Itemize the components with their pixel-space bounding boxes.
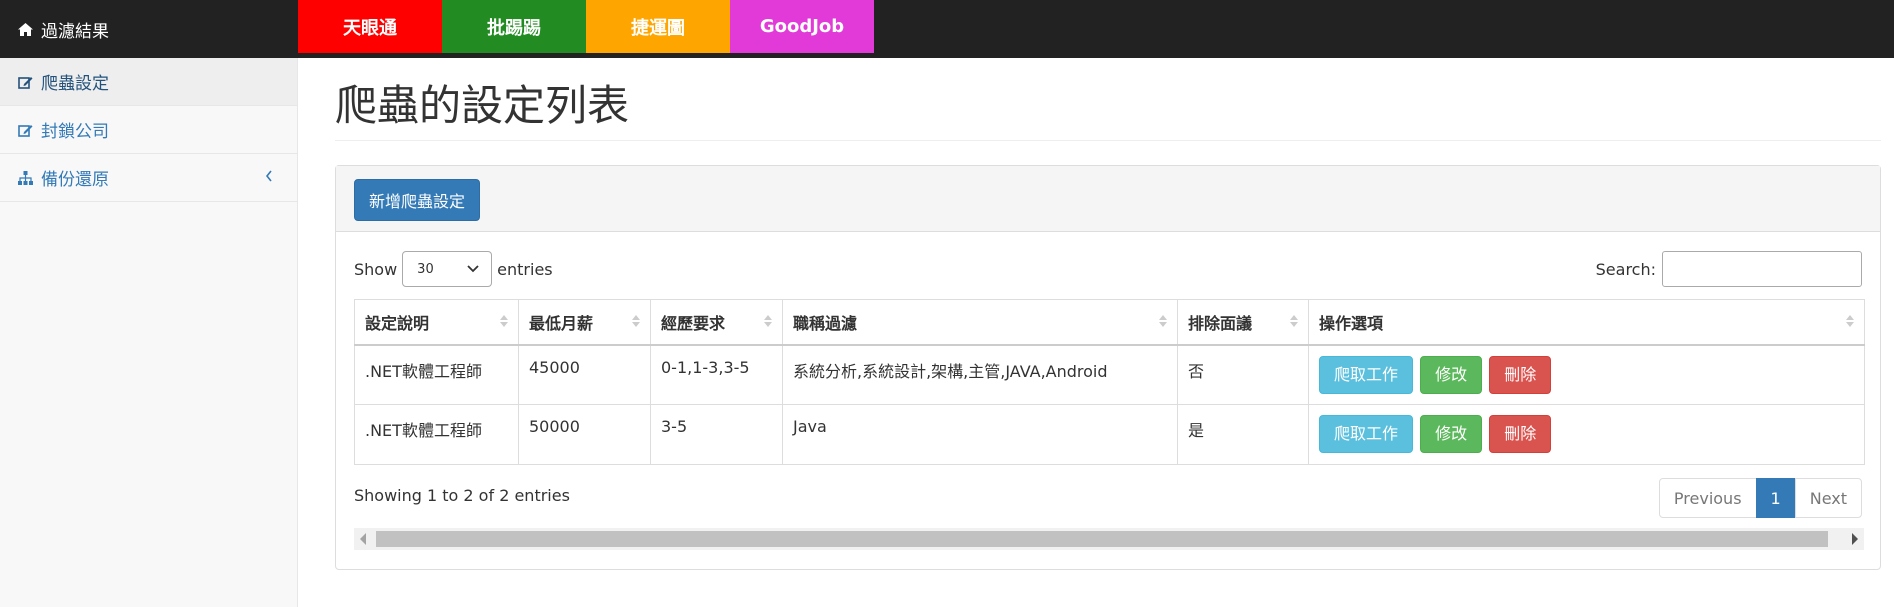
- edit-button[interactable]: 修改: [1420, 355, 1483, 394]
- cell-exclude-negotiable: 是: [1177, 404, 1309, 465]
- brand-label: 過濾結果: [41, 21, 109, 42]
- sitemap-icon: [18, 170, 33, 185]
- pagination: Previous 1 Next: [1658, 478, 1862, 518]
- next-page-button[interactable]: Next: [1794, 478, 1862, 518]
- panel-heading: 新增爬蟲設定: [336, 166, 1880, 232]
- brand-link[interactable]: 過濾結果: [0, 0, 298, 58]
- sort-icon: [1290, 315, 1298, 327]
- search-control: Search:: [1596, 251, 1862, 287]
- edit-icon: [18, 76, 33, 89]
- column-header-experience[interactable]: 經歷要求: [650, 299, 783, 346]
- cell-description: .NET軟體工程師: [354, 344, 519, 405]
- sidebar: 爬蟲設定 封鎖公司 備份還原: [0, 58, 298, 607]
- nav-link-ptt[interactable]: 批踢踢: [442, 0, 586, 53]
- home-icon: [18, 22, 33, 36]
- sidebar-item-block-company[interactable]: 封鎖公司: [0, 106, 297, 154]
- cell-title-filter: Java: [782, 404, 1178, 465]
- sort-icon: [764, 315, 772, 327]
- page-title: 爬蟲的設定列表: [335, 81, 630, 130]
- cell-min-salary: 50000: [518, 404, 651, 465]
- page-size-control: Show 30 entries: [354, 251, 553, 287]
- column-header-exclude-negotiable[interactable]: 排除面議: [1177, 299, 1309, 346]
- scrollbar-thumb[interactable]: [376, 531, 1828, 547]
- sort-icon: [500, 315, 508, 327]
- page-button-current[interactable]: 1: [1755, 478, 1796, 518]
- search-label: Search:: [1595, 259, 1656, 279]
- edit-button[interactable]: 修改: [1420, 415, 1483, 453]
- cell-exclude-negotiable: 否: [1177, 344, 1309, 405]
- external-links: 天眼通 批踢踢 捷運圖 GoodJob: [298, 0, 874, 53]
- crawl-jobs-button[interactable]: 爬取工作: [1319, 415, 1414, 453]
- cell-experience: 3-5: [650, 404, 783, 465]
- sidebar-item-label: 封鎖公司: [41, 122, 109, 142]
- show-label: Show: [354, 259, 398, 279]
- table-info: Showing 1 to 2 of 2 entries: [354, 486, 570, 505]
- sidebar-item-crawler-settings[interactable]: 爬蟲設定: [0, 58, 297, 106]
- cell-min-salary: 45000: [518, 344, 651, 405]
- delete-button[interactable]: 刪除: [1489, 355, 1552, 394]
- delete-button[interactable]: 刪除: [1489, 415, 1552, 453]
- scroll-left-icon[interactable]: [360, 533, 367, 545]
- cell-actions: 爬取工作 修改 刪除: [1308, 344, 1865, 405]
- column-header-title-filter[interactable]: 職稱過濾: [782, 299, 1178, 346]
- sort-icon: [1846, 315, 1854, 327]
- sort-icon: [1159, 315, 1167, 327]
- scroll-right-icon[interactable]: [1851, 533, 1858, 545]
- settings-table: 設定說明 最低月薪 經歷要求 職稱過濾 排除面議 操作選項 .NET軟體工程師 …: [354, 299, 1865, 465]
- column-header-min-salary[interactable]: 最低月薪: [518, 299, 651, 346]
- nav-link-goodjob[interactable]: GoodJob: [730, 0, 874, 53]
- chevron-left-icon[interactable]: [265, 170, 273, 182]
- top-navbar: 過濾結果 天眼通 批踢踢 捷運圖 GoodJob: [0, 0, 1894, 58]
- sort-icon: [632, 315, 640, 327]
- table-row: .NET軟體工程師 45000 0-1,1-3,3-5 系統分析,系統設計,架構…: [354, 344, 1865, 405]
- column-header-actions[interactable]: 操作選項: [1308, 299, 1865, 346]
- horizontal-scrollbar[interactable]: [354, 528, 1864, 550]
- nav-link-tianyantong[interactable]: 天眼通: [298, 0, 442, 53]
- add-crawler-setting-button[interactable]: 新增爬蟲設定: [354, 179, 481, 221]
- cell-description: .NET軟體工程師: [354, 404, 519, 465]
- sidebar-item-backup-restore[interactable]: 備份還原: [0, 154, 297, 202]
- sidebar-item-label: 爬蟲設定: [41, 74, 109, 94]
- page-size-select[interactable]: 30: [402, 251, 493, 287]
- sidebar-item-label: 備份還原: [41, 170, 109, 190]
- column-header-description[interactable]: 設定說明: [354, 299, 519, 346]
- previous-page-button[interactable]: Previous: [1658, 478, 1757, 518]
- nav-link-mrt-map[interactable]: 捷運圖: [586, 0, 730, 53]
- title-divider: [335, 140, 1881, 141]
- cell-title-filter: 系統分析,系統設計,架構,主管,JAVA,Android: [782, 344, 1178, 405]
- cell-actions: 爬取工作 修改 刪除: [1308, 404, 1865, 465]
- chevron-down-icon: [467, 265, 479, 273]
- edit-icon: [18, 124, 33, 137]
- search-input[interactable]: [1662, 251, 1862, 287]
- table-row: .NET軟體工程師 50000 3-5 Java 是 爬取工作 修改 刪除: [354, 404, 1865, 465]
- cell-experience: 0-1,1-3,3-5: [650, 344, 783, 405]
- entries-label: entries: [497, 259, 553, 279]
- page-size-value: 30: [417, 261, 434, 277]
- crawl-jobs-button[interactable]: 爬取工作: [1319, 355, 1414, 394]
- settings-panel: 新增爬蟲設定 Show 30 entries Search: 設定說明 最低月薪…: [335, 165, 1881, 570]
- table-header-row: 設定說明 最低月薪 經歷要求 職稱過濾 排除面議 操作選項: [354, 299, 1865, 346]
